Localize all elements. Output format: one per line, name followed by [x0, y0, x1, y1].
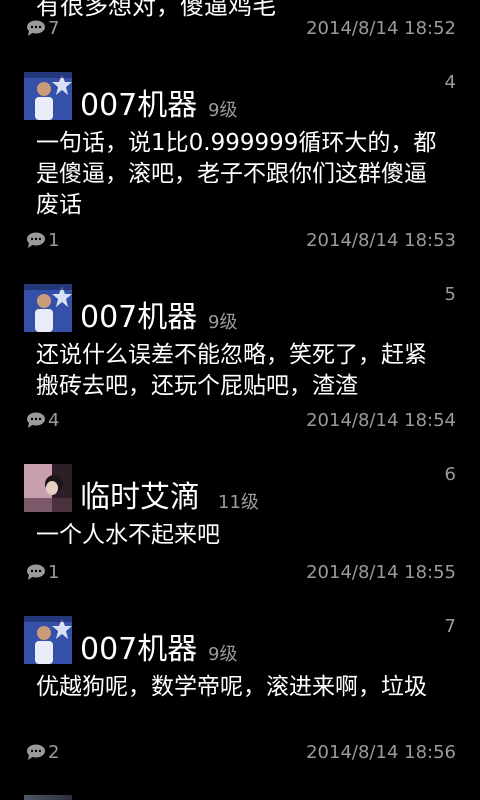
reply-count: 1	[48, 561, 60, 583]
avatar-image-icon	[24, 72, 72, 120]
post-meta-row: 4 2014/8/14 18:54	[26, 408, 456, 432]
post-content: 一个人水不起来吧	[36, 522, 220, 548]
author-name[interactable]: 007机器	[80, 80, 197, 124]
partial-post-top[interactable]: 有很多想对，傻逼鸡毛 7 2014/8/14 18:52	[0, 0, 480, 50]
post-content: 一句话，说1比0.999999循环大的，都是傻逼，滚吧，老子不跟你们这群傻逼废话	[36, 130, 437, 218]
avatar[interactable]	[24, 72, 72, 120]
reply-count: 7	[48, 17, 60, 39]
post-meta-row: 7 2014/8/14 18:52	[26, 16, 456, 40]
reply-count: 1	[48, 229, 60, 251]
floor-number: 4	[444, 72, 456, 93]
user-level: 9级	[208, 312, 238, 333]
avatar[interactable]	[24, 464, 72, 512]
avatar-image-icon	[24, 616, 72, 664]
avatar[interactable]	[24, 284, 72, 332]
comment-bubble-icon[interactable]	[26, 232, 46, 248]
post-floor-4[interactable]: 007机器 9级 4 一句话，说1比0.999999循环大的，都是傻逼，滚吧，老…	[0, 70, 480, 256]
post-timestamp: 2014/8/14 18:52	[306, 17, 456, 39]
post-meta-row: 2 2014/8/14 18:56	[26, 740, 456, 764]
floor-number: 6	[444, 464, 456, 485]
author-name[interactable]: 007机器	[80, 624, 197, 668]
thread-reply-list: 有很多想对，傻逼鸡毛 7 2014/8/14 18:52 007机器 9级 4 …	[0, 0, 480, 800]
post-floor-7[interactable]: 007机器 9级 7 优越狗呢，数学帝呢，滚进来啊，垃圾 2 2014/8/14…	[0, 614, 480, 770]
post-content: 优越狗呢，数学帝呢，滚进来啊，垃圾	[36, 674, 427, 700]
post-floor-6[interactable]: 临时艾滴 11级 6 一个人水不起来吧 1 2014/8/14 18:55	[0, 462, 480, 588]
post-timestamp: 2014/8/14 18:53	[306, 229, 456, 251]
user-level: 11级	[218, 492, 259, 513]
post-meta-row: 1 2014/8/14 18:53	[26, 228, 456, 252]
post-floor-5[interactable]: 007机器 9级 5 还说什么误差不能忽略，笑死了，赶紧搬砖去吧，还玩个屁贴吧，…	[0, 282, 480, 438]
comment-bubble-icon[interactable]	[26, 412, 46, 428]
comment-bubble-icon[interactable]	[26, 20, 46, 36]
avatar[interactable]	[24, 616, 72, 664]
reply-count: 2	[48, 741, 60, 763]
author-name[interactable]: 007机器	[80, 292, 197, 336]
post-timestamp: 2014/8/14 18:54	[306, 409, 456, 431]
avatar-image-icon	[24, 464, 72, 512]
floor-number: 5	[444, 284, 456, 305]
reply-count: 4	[48, 409, 60, 431]
post-meta-row: 1 2014/8/14 18:55	[26, 560, 456, 584]
floor-number: 7	[444, 616, 456, 637]
post-timestamp: 2014/8/14 18:56	[306, 741, 456, 763]
comment-bubble-icon[interactable]	[26, 564, 46, 580]
next-post-avatar-peek[interactable]	[24, 795, 72, 800]
post-content: 还说什么误差不能忽略，笑死了，赶紧搬砖去吧，还玩个屁贴吧，渣渣	[36, 342, 427, 399]
post-timestamp: 2014/8/14 18:55	[306, 561, 456, 583]
author-name[interactable]: 临时艾滴	[80, 472, 200, 516]
avatar-image-icon	[24, 284, 72, 332]
user-level: 9级	[208, 100, 238, 121]
user-level: 9级	[208, 644, 238, 665]
comment-bubble-icon[interactable]	[26, 744, 46, 760]
